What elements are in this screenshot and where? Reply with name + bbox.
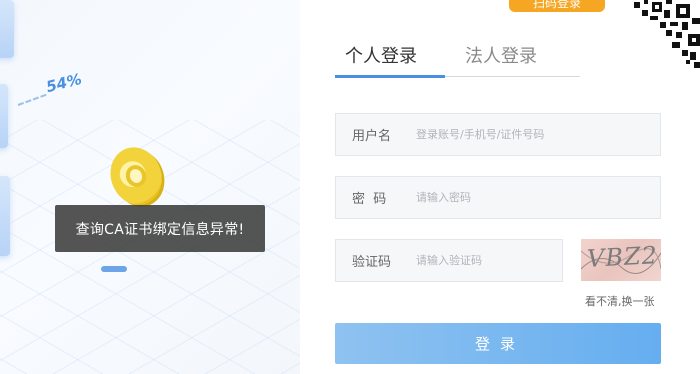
login-button[interactable]: 登录 <box>335 323 661 364</box>
username-field: 用户名 <box>335 113 661 156</box>
password-label: 密 码 <box>352 192 387 207</box>
scan-login-tag[interactable]: 扫码登录 <box>509 0 605 12</box>
qr-code-icon[interactable] <box>600 0 700 70</box>
error-toast: 查询CA证书绑定信息异常! <box>55 205 265 252</box>
dashed-trend-line <box>17 93 47 106</box>
tab-personal-login[interactable]: 个人登录 <box>345 42 417 76</box>
username-input[interactable] <box>416 128 636 141</box>
username-label: 用户名 <box>352 129 392 144</box>
login-type-tabs: 个人登录 法人登录 <box>335 42 580 78</box>
tab-legal-login[interactable]: 法人登录 <box>465 42 537 76</box>
password-field: 密 码 <box>335 176 661 219</box>
deco-card-bottom <box>0 176 10 256</box>
progress-percent-label: 54% <box>44 69 84 97</box>
captcha-text: VBZ2 <box>586 241 659 273</box>
active-tab-indicator <box>335 75 445 78</box>
deco-card-middle <box>0 84 8 148</box>
deco-bar <box>101 266 127 272</box>
captcha-field: 验证码 <box>335 239 563 282</box>
refresh-captcha-link[interactable]: 看不清,换一张 <box>585 293 655 309</box>
deco-card-top <box>0 0 14 58</box>
captcha-image[interactable]: VBZ2 <box>581 239 661 281</box>
password-input[interactable] <box>416 191 636 204</box>
login-illustration: 54% <box>0 0 300 374</box>
captcha-input[interactable] <box>416 254 556 267</box>
captcha-label: 验证码 <box>352 255 392 270</box>
